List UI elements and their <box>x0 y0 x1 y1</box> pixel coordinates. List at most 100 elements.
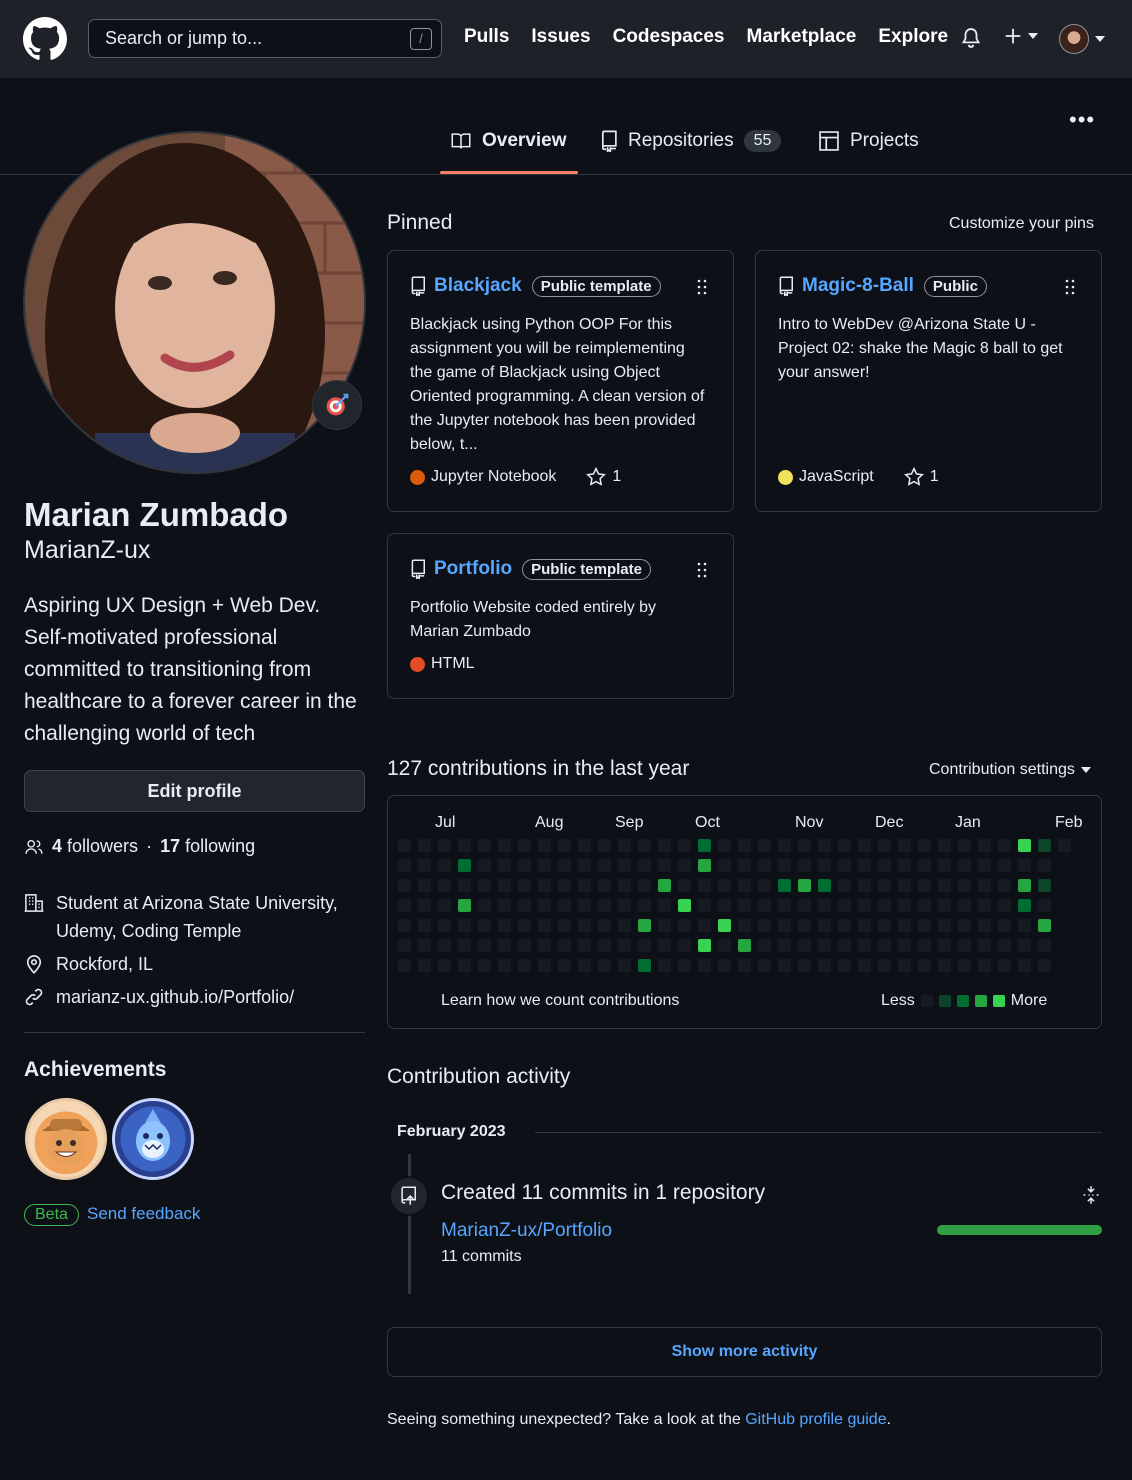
contribution-day-cell[interactable] <box>618 959 631 972</box>
contribution-day-cell[interactable] <box>758 839 771 852</box>
contribution-day-cell[interactable] <box>418 879 431 892</box>
contribution-day-cell[interactable] <box>418 939 431 952</box>
contribution-day-cell[interactable] <box>498 959 511 972</box>
contribution-day-cell[interactable] <box>898 839 911 852</box>
contribution-day-cell[interactable] <box>1018 939 1031 952</box>
contribution-day-cell[interactable] <box>978 859 991 872</box>
contribution-day-cell[interactable] <box>718 899 731 912</box>
contribution-day-cell[interactable] <box>1038 939 1051 952</box>
achievement-yolo-badge[interactable] <box>25 1098 107 1180</box>
contribution-day-cell[interactable] <box>778 899 791 912</box>
contribution-day-cell[interactable] <box>438 959 451 972</box>
contribution-day-cell[interactable] <box>398 879 411 892</box>
contribution-day-cell[interactable] <box>658 899 671 912</box>
contribution-day-cell[interactable] <box>978 839 991 852</box>
contribution-day-cell[interactable] <box>1038 879 1051 892</box>
contribution-day-cell[interactable] <box>898 899 911 912</box>
contribution-day-cell[interactable] <box>938 859 951 872</box>
tab-projects[interactable]: Projects <box>818 130 919 152</box>
contribution-day-cell[interactable] <box>518 899 531 912</box>
drag-handle-icon[interactable] <box>697 562 707 578</box>
contribution-day-cell[interactable] <box>978 939 991 952</box>
contribution-day-cell[interactable] <box>518 839 531 852</box>
contribution-day-cell[interactable] <box>898 939 911 952</box>
contribution-day-cell[interactable] <box>798 859 811 872</box>
contribution-day-cell[interactable] <box>998 839 1011 852</box>
contribution-day-cell[interactable] <box>778 859 791 872</box>
contribution-day-cell[interactable] <box>958 839 971 852</box>
contribution-day-cell[interactable] <box>938 879 951 892</box>
contribution-day-cell[interactable] <box>418 959 431 972</box>
contribution-day-cell[interactable] <box>778 839 791 852</box>
contribution-day-cell[interactable] <box>518 859 531 872</box>
contribution-day-cell[interactable] <box>398 919 411 932</box>
repo-name-link[interactable]: Portfolio <box>434 558 512 580</box>
contribution-day-cell[interactable] <box>578 879 591 892</box>
nav-explore[interactable]: Explore <box>878 26 948 48</box>
contribution-day-cell[interactable] <box>1038 899 1051 912</box>
contribution-day-cell[interactable] <box>838 899 851 912</box>
fold-collapse-icon[interactable] <box>1081 1184 1101 1206</box>
contribution-day-cell[interactable] <box>458 939 471 952</box>
repo-stars-link[interactable]: 1 <box>903 467 939 487</box>
contribution-day-cell[interactable] <box>678 939 691 952</box>
contribution-day-cell[interactable] <box>438 859 451 872</box>
contribution-day-cell[interactable] <box>878 879 891 892</box>
contribution-day-cell[interactable] <box>638 899 651 912</box>
learn-contributions-link[interactable]: Learn how we count contributions <box>441 992 679 1010</box>
contribution-day-cell[interactable] <box>738 859 751 872</box>
contribution-day-cell[interactable] <box>478 859 491 872</box>
contribution-day-cell[interactable] <box>718 959 731 972</box>
contribution-day-cell[interactable] <box>798 839 811 852</box>
contribution-day-cell[interactable] <box>818 839 831 852</box>
contribution-day-cell[interactable] <box>638 939 651 952</box>
nav-codespaces[interactable]: Codespaces <box>613 26 725 48</box>
contribution-day-cell[interactable] <box>878 959 891 972</box>
contribution-day-cell[interactable] <box>678 959 691 972</box>
contribution-day-cell[interactable] <box>938 839 951 852</box>
contribution-day-cell[interactable] <box>1018 859 1031 872</box>
status-emoji-button[interactable] <box>312 380 362 430</box>
repo-name-link[interactable]: Blackjack <box>434 275 522 297</box>
contribution-day-cell[interactable] <box>698 939 711 952</box>
drag-handle-icon[interactable] <box>697 279 707 295</box>
contribution-day-cell[interactable] <box>798 919 811 932</box>
contribution-day-cell[interactable] <box>498 879 511 892</box>
contribution-day-cell[interactable] <box>918 959 931 972</box>
contribution-day-cell[interactable] <box>558 839 571 852</box>
contribution-day-cell[interactable] <box>838 919 851 932</box>
contribution-day-cell[interactable] <box>478 959 491 972</box>
contribution-day-cell[interactable] <box>858 879 871 892</box>
edit-profile-button[interactable]: Edit profile <box>24 770 365 812</box>
contribution-day-cell[interactable] <box>698 899 711 912</box>
contribution-day-cell[interactable] <box>698 859 711 872</box>
contribution-day-cell[interactable] <box>798 959 811 972</box>
contribution-day-cell[interactable] <box>918 899 931 912</box>
contribution-day-cell[interactable] <box>618 859 631 872</box>
contribution-day-cell[interactable] <box>798 899 811 912</box>
contribution-day-cell[interactable] <box>778 879 791 892</box>
contribution-day-cell[interactable] <box>698 839 711 852</box>
contribution-day-cell[interactable] <box>1018 919 1031 932</box>
contribution-day-cell[interactable] <box>518 879 531 892</box>
contribution-day-cell[interactable] <box>418 859 431 872</box>
contribution-day-cell[interactable] <box>678 859 691 872</box>
contribution-day-cell[interactable] <box>1038 959 1051 972</box>
contribution-day-cell[interactable] <box>478 879 491 892</box>
contribution-day-cell[interactable] <box>718 859 731 872</box>
contribution-day-cell[interactable] <box>698 959 711 972</box>
customize-pins-link[interactable]: Customize your pins <box>949 215 1094 233</box>
contribution-day-cell[interactable] <box>738 939 751 952</box>
contribution-day-cell[interactable] <box>478 939 491 952</box>
contribution-day-cell[interactable] <box>958 899 971 912</box>
contribution-day-cell[interactable] <box>538 939 551 952</box>
contribution-day-cell[interactable] <box>498 899 511 912</box>
contribution-day-cell[interactable] <box>838 959 851 972</box>
contribution-day-cell[interactable] <box>618 939 631 952</box>
contribution-day-cell[interactable] <box>498 859 511 872</box>
contribution-day-cell[interactable] <box>858 939 871 952</box>
contribution-day-cell[interactable] <box>558 959 571 972</box>
send-feedback-link[interactable]: Send feedback <box>87 1204 200 1224</box>
contribution-day-cell[interactable] <box>738 919 751 932</box>
contribution-day-cell[interactable] <box>458 919 471 932</box>
